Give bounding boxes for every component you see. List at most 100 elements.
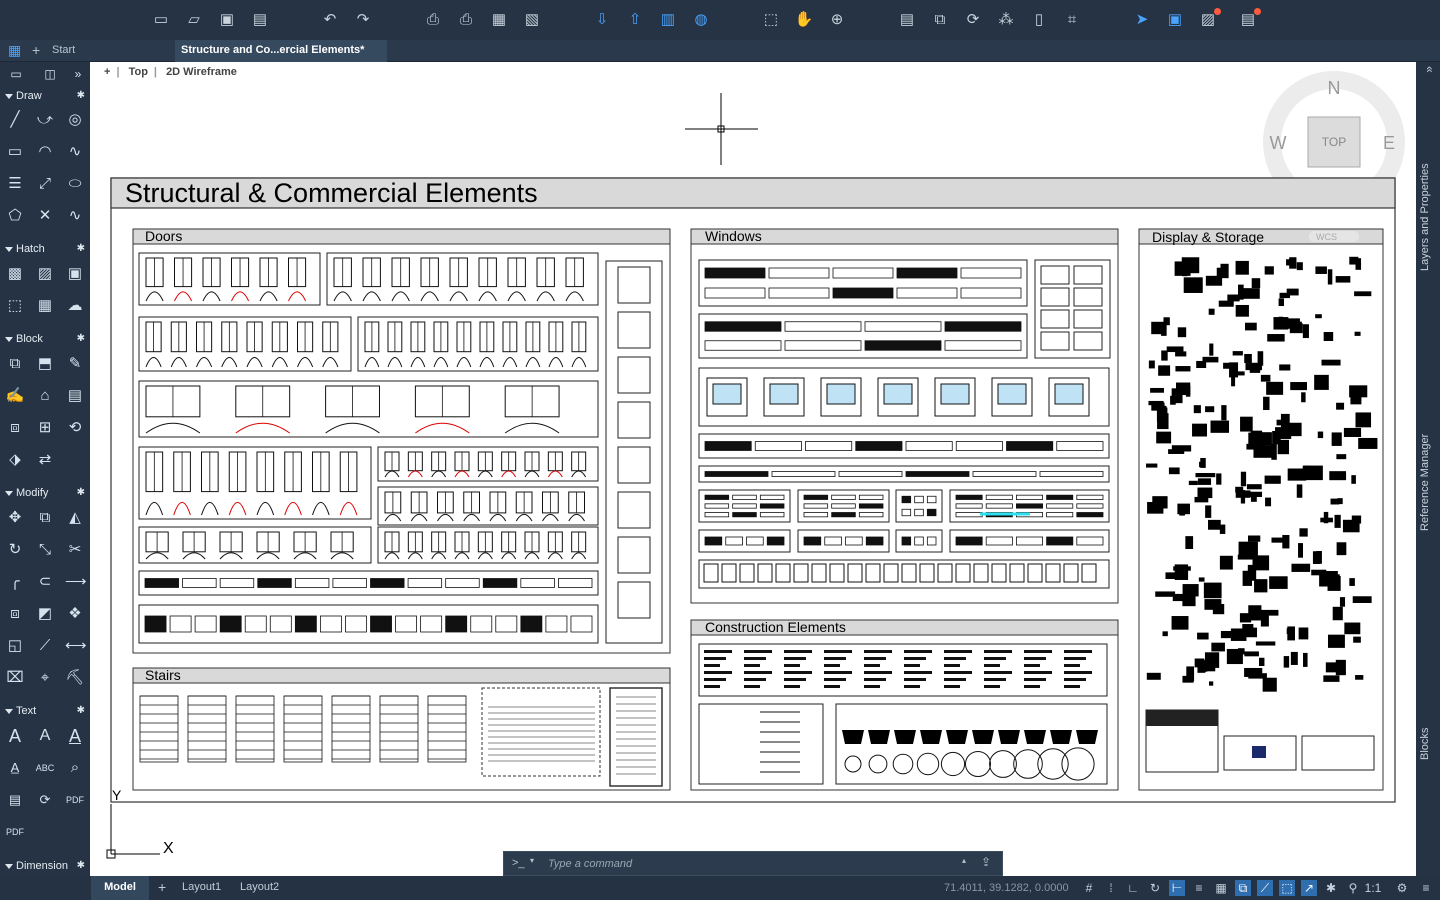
fillet-icon[interactable]: ╭ bbox=[5, 572, 25, 592]
drawing-canvas[interactable]: +| Top| 2D Wireframe N S E W TOP Structu… bbox=[90, 62, 1416, 876]
share-icon[interactable]: ▥ bbox=[658, 10, 678, 30]
undo-icon[interactable]: ↶ bbox=[320, 10, 340, 30]
coordinate-readout[interactable]: 71.4011, 39.1282, 0.0000 bbox=[944, 876, 1069, 900]
ortho-icon[interactable]: ∟ bbox=[1125, 880, 1141, 896]
annotation-visibility-icon[interactable]: ✱ bbox=[1323, 880, 1339, 896]
find-text-icon[interactable]: ⌕ bbox=[65, 758, 85, 778]
markup-icon[interactable]: ▨ bbox=[1198, 8, 1221, 30]
publish-icon[interactable]: ▦ bbox=[489, 10, 509, 30]
transparency-icon[interactable]: ▦ bbox=[1213, 880, 1229, 896]
layer-states-icon[interactable]: ⁂ bbox=[996, 10, 1016, 30]
rectangle-icon[interactable]: ▭ bbox=[5, 142, 25, 162]
brush-icon[interactable]: ⛏ bbox=[65, 668, 85, 688]
design-center-icon[interactable]: ▯ bbox=[1029, 10, 1049, 30]
snap-icon[interactable]: ⁞ bbox=[1103, 880, 1119, 896]
freehand-icon[interactable]: ∿ bbox=[65, 206, 85, 226]
gear-icon[interactable]: ✱ bbox=[77, 240, 85, 258]
compass-w[interactable]: W bbox=[1270, 133, 1287, 153]
write-block-icon[interactable]: ⧈ bbox=[5, 418, 25, 438]
sync-attributes-icon[interactable]: ⟲ bbox=[65, 418, 85, 438]
revcloud-icon[interactable]: ☁ bbox=[65, 296, 85, 316]
annotation-scale-icon[interactable]: ⚲ bbox=[1345, 880, 1361, 896]
attribute-manager-icon[interactable]: ▤ bbox=[65, 386, 85, 406]
tab-layers-properties[interactable]: Layers and Properties bbox=[1419, 152, 1437, 282]
save-as-icon[interactable]: ▤ bbox=[250, 10, 270, 30]
calculator-icon[interactable]: ⌗ bbox=[1062, 10, 1082, 30]
expand-palette-icon[interactable]: » bbox=[68, 64, 88, 84]
replace-block-icon[interactable]: ⇄ bbox=[35, 450, 55, 470]
wcs-label[interactable]: WCS bbox=[1316, 232, 1337, 242]
text-style-icon[interactable]: A bbox=[65, 726, 85, 746]
rotate-icon[interactable]: ↻ bbox=[5, 540, 25, 560]
compass-n[interactable]: N bbox=[1328, 78, 1341, 98]
pdf-import-icon[interactable]: PDF bbox=[5, 822, 25, 842]
batch-plot-icon[interactable]: ▧ bbox=[522, 10, 542, 30]
prompt-dropdown-icon[interactable]: ▾ bbox=[530, 856, 534, 865]
spell-check-icon[interactable]: ABC bbox=[35, 758, 55, 778]
tab-layout1[interactable]: Layout1 bbox=[174, 876, 229, 900]
join-icon[interactable]: ⟷ bbox=[65, 636, 87, 656]
mirror-icon[interactable]: ◭ bbox=[65, 508, 85, 528]
polar-icon[interactable]: ↻ bbox=[1147, 880, 1163, 896]
tab-blocks[interactable]: Blocks bbox=[1419, 722, 1437, 766]
circle-icon[interactable]: ◎ bbox=[65, 110, 85, 130]
base-point-icon[interactable]: ⊞ bbox=[35, 418, 55, 438]
command-input[interactable] bbox=[548, 855, 948, 873]
zoom-window-icon[interactable]: ⬚ bbox=[761, 10, 781, 30]
polygon-icon[interactable]: ⬠ bbox=[5, 206, 25, 226]
tab-model[interactable]: Model bbox=[91, 876, 149, 900]
pan-hand-icon[interactable]: ✋ bbox=[794, 10, 814, 30]
multiline-text-icon[interactable]: A bbox=[5, 726, 25, 746]
gear-icon[interactable]: ✱ bbox=[77, 857, 85, 875]
match-properties-icon[interactable]: ⧉ bbox=[930, 10, 950, 30]
insert-block-icon[interactable]: ⧉ bbox=[5, 354, 25, 374]
collapse-panel-icon[interactable]: « bbox=[1419, 66, 1437, 73]
grid-menu-icon[interactable]: ▦ bbox=[2, 40, 27, 62]
print-icon[interactable]: ⎙ bbox=[423, 10, 443, 30]
array-icon[interactable]: ⧈ bbox=[5, 604, 25, 624]
section-dimension[interactable]: Dimension ✱ bbox=[0, 857, 90, 875]
command-history-icon[interactable]: ▴ bbox=[962, 856, 966, 865]
tab-drawing[interactable]: Structure and Co...ercial Elements* bbox=[175, 40, 387, 62]
new-file-icon[interactable]: ▭ bbox=[151, 10, 171, 30]
export-icon[interactable]: ⇧ bbox=[625, 10, 645, 30]
region-icon[interactable]: ⬚ bbox=[5, 296, 25, 316]
block-palette-icon[interactable]: ⬗ bbox=[5, 450, 25, 470]
properties-icon[interactable]: ▤ bbox=[897, 10, 917, 30]
single-text-icon[interactable]: A bbox=[35, 726, 55, 746]
lengthen-icon[interactable]: ⌖ bbox=[35, 668, 55, 688]
text-align-icon[interactable]: ▤ bbox=[5, 790, 25, 810]
define-attribute-icon[interactable]: ✍ bbox=[5, 386, 25, 406]
section-draw[interactable]: Draw ✱ bbox=[0, 87, 90, 105]
lineweight-icon[interactable]: ≡ bbox=[1191, 880, 1207, 896]
tab-layout2[interactable]: Layout2 bbox=[232, 876, 287, 900]
xref-icon[interactable]: ⟳ bbox=[963, 10, 983, 30]
text-edit-icon[interactable]: A̲ bbox=[5, 758, 25, 778]
send-icon[interactable]: ➤ bbox=[1132, 10, 1152, 30]
plot-preview-icon[interactable]: ⎙ bbox=[456, 10, 476, 30]
new-tab-icon[interactable]: + bbox=[26, 40, 46, 62]
osnap-icon[interactable]: ⊢ bbox=[1169, 880, 1185, 896]
hatch-icon[interactable]: ▩ bbox=[5, 264, 25, 284]
orbit-icon[interactable]: ⊕ bbox=[827, 10, 847, 30]
clipboard-icon[interactable]: ▤ bbox=[1238, 8, 1261, 30]
tab-start[interactable]: Start bbox=[46, 40, 81, 62]
ucs-status-icon[interactable]: ↗ bbox=[1301, 880, 1317, 896]
web-mobile-icon[interactable]: ◍ bbox=[691, 10, 711, 30]
section-block[interactable]: Block ✱ bbox=[0, 330, 90, 348]
spline-icon[interactable]: ∿ bbox=[65, 142, 85, 162]
tag-icon[interactable]: ⌂ bbox=[35, 386, 55, 406]
offset-icon[interactable]: ⊂ bbox=[35, 572, 55, 592]
viewcube-face-top[interactable]: TOP bbox=[1322, 135, 1346, 149]
boundary-icon[interactable]: ▣ bbox=[65, 264, 85, 284]
gradient-icon[interactable]: ▨ bbox=[35, 264, 55, 284]
move-icon[interactable]: ✥ bbox=[5, 508, 25, 528]
text-scale-icon[interactable]: ⟳ bbox=[35, 790, 55, 810]
grid-icon[interactable]: # bbox=[1081, 880, 1097, 896]
compass-e[interactable]: E bbox=[1383, 133, 1395, 153]
annotation-scale-value[interactable]: 1:1 bbox=[1362, 880, 1384, 896]
section-modify[interactable]: Modify ✱ bbox=[0, 484, 90, 502]
palette-3d-icon[interactable]: ◫ bbox=[40, 64, 60, 84]
extend-icon[interactable]: ⟶ bbox=[65, 572, 87, 592]
section-text[interactable]: Text ✱ bbox=[0, 702, 90, 720]
